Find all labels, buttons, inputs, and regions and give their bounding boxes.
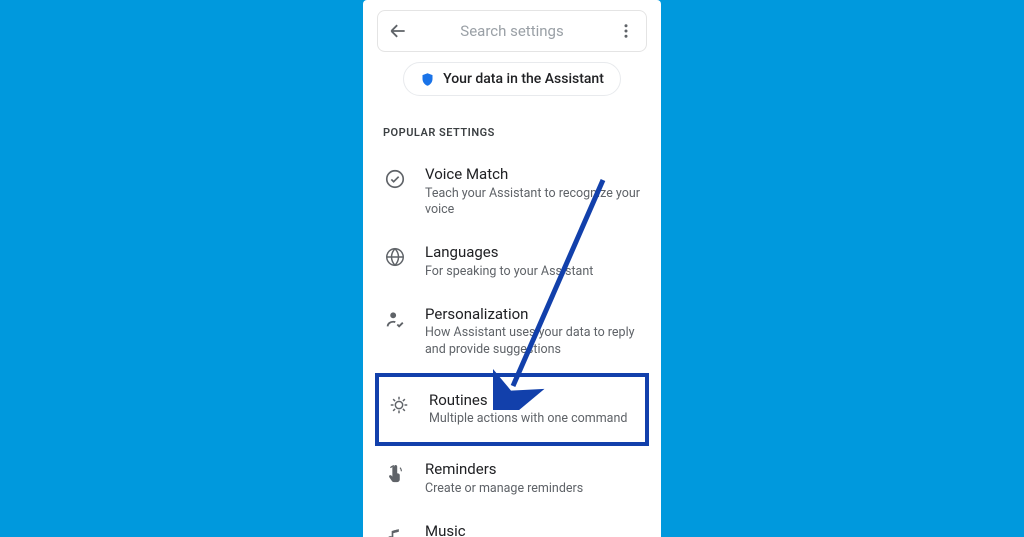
section-header: POPULAR SETTINGS	[363, 96, 661, 153]
setting-subtitle: How Assistant uses your data to reply an…	[425, 325, 641, 359]
setting-reminders[interactable]: Reminders Create or manage reminders	[371, 448, 653, 509]
music-note-icon	[383, 524, 407, 537]
setting-title: Routines	[429, 391, 637, 411]
search-bar[interactable]: Search settings	[377, 10, 647, 52]
globe-icon	[383, 245, 407, 269]
setting-title: Personalization	[425, 305, 641, 325]
setting-music[interactable]: Music Services used to play music	[371, 510, 653, 537]
settings-list: Voice Match Teach your Assistant to reco…	[363, 153, 661, 537]
your-data-label: Your data in the Assistant	[443, 71, 604, 87]
setting-personalization[interactable]: Personalization How Assistant uses your …	[371, 293, 653, 371]
voice-match-check-icon	[383, 167, 407, 191]
setting-title: Music	[425, 522, 641, 537]
setting-subtitle: Create or manage reminders	[425, 481, 641, 498]
setting-voice-match[interactable]: Voice Match Teach your Assistant to reco…	[371, 153, 653, 231]
back-icon[interactable]	[386, 19, 410, 43]
setting-subtitle: For speaking to your Assistant	[425, 264, 641, 281]
shield-icon	[420, 72, 435, 87]
setting-routines[interactable]: Routines Multiple actions with one comma…	[375, 373, 649, 446]
routines-gear-icon	[387, 393, 411, 417]
setting-title: Voice Match	[425, 165, 641, 185]
your-data-chip[interactable]: Your data in the Assistant	[403, 62, 621, 96]
setting-languages[interactable]: Languages For speaking to your Assistant	[371, 231, 653, 292]
search-placeholder: Search settings	[410, 22, 614, 40]
setting-title: Languages	[425, 243, 641, 263]
setting-subtitle: Teach your Assistant to recognize your v…	[425, 186, 641, 220]
more-icon[interactable]	[614, 19, 638, 43]
person-check-icon	[383, 307, 407, 331]
setting-subtitle: Multiple actions with one command	[429, 411, 637, 428]
setting-title: Reminders	[425, 460, 641, 480]
settings-screen: Search settings Your data in the Assista…	[363, 0, 661, 537]
reminder-finger-icon	[383, 462, 407, 486]
